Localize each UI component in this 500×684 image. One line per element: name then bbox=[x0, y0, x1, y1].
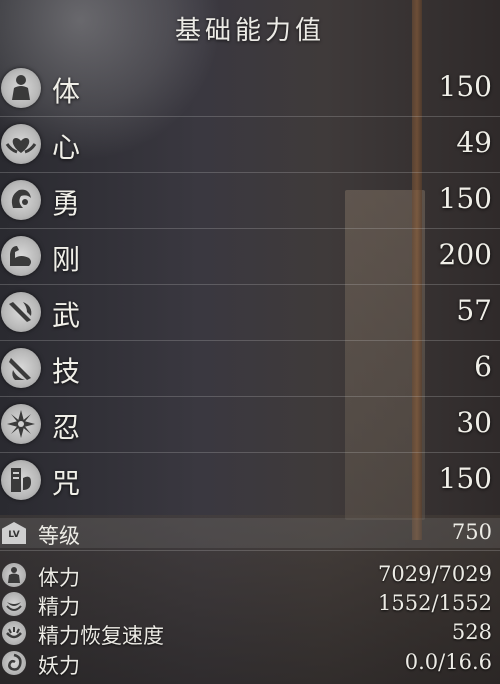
attribute-row-courage[interactable]: 勇 150 bbox=[0, 172, 500, 228]
ki-recovery-icon bbox=[2, 621, 26, 645]
attribute-label: 体 bbox=[52, 75, 81, 108]
stat-label: 精力 bbox=[38, 595, 80, 619]
martial-icon bbox=[1, 292, 41, 332]
attribute-value: 200 bbox=[438, 238, 492, 271]
stat-label: 体力 bbox=[38, 566, 80, 590]
stat-label: 妖力 bbox=[38, 654, 80, 678]
strength-arm-icon bbox=[1, 236, 41, 276]
health-icon bbox=[2, 563, 26, 587]
divider bbox=[0, 550, 500, 551]
attribute-value: 150 bbox=[438, 462, 492, 495]
attribute-row-skill[interactable]: 技 6 bbox=[0, 340, 500, 396]
attribute-label: 咒 bbox=[52, 467, 81, 500]
stat-value: 1552/1552 bbox=[378, 591, 492, 615]
attribute-value: 150 bbox=[438, 70, 492, 103]
attribute-row-ninja[interactable]: 忍 30 bbox=[0, 396, 500, 452]
level-row[interactable]: LV 等级 750 bbox=[0, 518, 500, 548]
stat-label: 精力恢复速度 bbox=[38, 624, 164, 648]
skill-icon bbox=[1, 348, 41, 388]
attribute-label: 心 bbox=[52, 131, 81, 164]
shuriken-icon bbox=[1, 404, 41, 444]
stat-value: 7029/7029 bbox=[378, 562, 492, 586]
attribute-value: 150 bbox=[438, 182, 492, 215]
attribute-label: 勇 bbox=[52, 187, 81, 220]
stat-row-health[interactable]: 体力 7029/7029 bbox=[0, 560, 500, 590]
stat-value: 528 bbox=[451, 620, 492, 644]
attribute-value: 6 bbox=[474, 350, 492, 383]
attribute-value: 30 bbox=[456, 406, 492, 439]
amrita-spirit-icon bbox=[2, 651, 26, 675]
panel-title: 基础能力值 bbox=[174, 16, 325, 46]
attribute-label: 刚 bbox=[52, 243, 81, 276]
stat-row-spirit[interactable]: 妖力 0.0/16.6 bbox=[0, 648, 500, 678]
attribute-value: 57 bbox=[456, 294, 492, 327]
attribute-row-magic[interactable]: 咒 150 bbox=[0, 452, 500, 508]
stat-value: 0.0/16.6 bbox=[404, 650, 492, 674]
attribute-row-strength[interactable]: 刚 200 bbox=[0, 228, 500, 284]
attribute-value: 49 bbox=[456, 126, 492, 159]
attribute-label: 武 bbox=[52, 299, 81, 332]
level-icon: LV bbox=[2, 522, 26, 544]
stat-row-ki-recovery[interactable]: 精力恢复速度 528 bbox=[0, 618, 500, 648]
level-value: 750 bbox=[451, 520, 492, 544]
attribute-label: 忍 bbox=[52, 411, 81, 444]
attribute-row-body[interactable]: 体 150 bbox=[0, 60, 500, 116]
attribute-row-heart[interactable]: 心 49 bbox=[0, 116, 500, 172]
talisman-icon bbox=[1, 460, 41, 500]
body-icon bbox=[1, 68, 41, 108]
stat-row-ki[interactable]: 精力 1552/1552 bbox=[0, 589, 500, 619]
heart-hands-icon bbox=[1, 124, 41, 164]
attribute-row-martial[interactable]: 武 57 bbox=[0, 284, 500, 340]
attribute-label: 技 bbox=[52, 355, 81, 388]
level-label: 等级 bbox=[38, 524, 80, 548]
ki-icon bbox=[2, 592, 26, 616]
courage-icon bbox=[1, 180, 41, 220]
